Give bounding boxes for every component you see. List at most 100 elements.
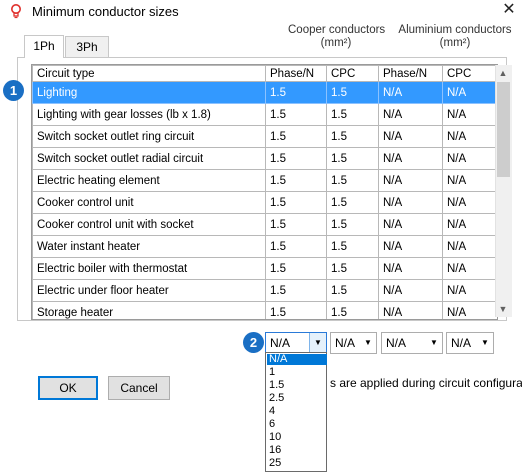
cell-copper-phase[interactable]: 1.5 [265,213,327,236]
dropdown-option[interactable]: 16 [267,445,327,456]
chevron-down-icon[interactable]: ▼ [426,333,442,353]
close-icon[interactable]: ✕ [500,1,518,19]
cell-copper-cpc[interactable]: 1.5 [326,191,379,214]
window-title: Minimum conductor sizes [32,4,179,19]
cell-aluminium-cpc[interactable]: N/A [442,191,497,214]
chevron-down-icon[interactable]: ▼ [309,333,326,353]
cell-copper-cpc[interactable]: 1.5 [326,235,379,258]
aluminium-phase-size-select[interactable]: N/A ▼ [381,332,443,354]
cell-circuit-type[interactable]: Cooker control unit with socket [32,213,266,236]
cell-circuit-type[interactable]: Electric heating element [32,169,266,192]
dropdown-option[interactable]: 25 [267,458,327,469]
copper-phase-size-select[interactable]: N/A ▼ [265,332,327,354]
cell-circuit-type[interactable]: Water instant heater [32,235,266,258]
cell-copper-cpc[interactable]: 1.5 [326,279,379,302]
cell-aluminium-cpc[interactable]: N/A [442,125,497,148]
dropdown-option[interactable]: 1 [267,367,327,378]
cell-copper-cpc[interactable]: 1.5 [326,257,379,280]
cell-copper-phase[interactable]: 1.5 [265,169,327,192]
callout-badge-2: 2 [243,332,264,353]
scrollbar-thumb[interactable] [497,82,510,177]
table-row[interactable]: Lighting with gear losses (lb x 1.8) 1.5 1… [32,103,497,126]
cell-circuit-type[interactable]: Lighting [32,81,266,104]
cell-aluminium-cpc[interactable]: N/A [442,147,497,170]
cell-copper-cpc[interactable]: 1.5 [326,103,379,126]
cell-copper-phase[interactable]: 1.5 [265,301,327,319]
cell-copper-cpc[interactable]: 1.5 [326,213,379,236]
scroll-down-arrow-icon[interactable]: ▼ [495,301,511,317]
cell-circuit-type[interactable]: Electric boiler with thermostat [32,257,266,280]
chevron-down-icon[interactable]: ▼ [477,333,493,353]
cell-aluminium-cpc[interactable]: N/A [442,169,497,192]
table-row[interactable]: Switch socket outlet radial circuit 1.5 1.… [32,147,497,170]
cell-copper-phase[interactable]: 1.5 [265,103,327,126]
cell-aluminium-cpc[interactable]: N/A [442,103,497,126]
cell-copper-phase[interactable]: 1.5 [265,235,327,258]
cell-aluminium-phase[interactable]: N/A [378,191,443,214]
cell-circuit-type[interactable]: Switch socket outlet ring circuit [32,125,266,148]
cell-aluminium-phase[interactable]: N/A [378,213,443,236]
cell-copper-cpc[interactable]: 1.5 [326,169,379,192]
cell-aluminium-phase[interactable]: N/A [378,125,443,148]
dropdown-option[interactable]: 10 [267,432,327,443]
tab-1ph[interactable]: 1Ph [24,35,64,58]
cell-copper-cpc[interactable]: 1.5 [326,147,379,170]
table-row[interactable]: Storage heater 1.5 1.5 N/A N/A [32,301,497,319]
col-header-copper-phase[interactable]: Phase/N [265,65,327,82]
col-header-copper-cpc[interactable]: CPC [326,65,379,82]
cell-circuit-type[interactable]: Storage heater [32,301,266,319]
cell-circuit-type[interactable]: Electric under floor heater [32,279,266,302]
table-row[interactable]: Lighting 1.5 1.5 N/A N/A [32,81,497,104]
table-row[interactable]: Cooker control unit with socket 1.5 1.5 N/A… [32,213,497,236]
dropdown-option[interactable]: 6 [267,419,327,430]
size-dropdown-list[interactable]: N/A 1 1.5 2.5 4 6 10 16 25 [265,352,327,472]
cell-aluminium-cpc[interactable]: N/A [442,235,497,258]
cell-aluminium-phase[interactable]: N/A [378,235,443,258]
cell-aluminium-cpc[interactable]: N/A [442,213,497,236]
cell-copper-cpc[interactable]: 1.5 [326,81,379,104]
col-header-aluminium-cpc[interactable]: CPC [442,65,497,82]
dropdown-option[interactable]: 1.5 [267,380,327,391]
cell-aluminium-phase[interactable]: N/A [378,147,443,170]
copper-cpc-size-select[interactable]: N/A ▼ [330,332,377,354]
cell-copper-phase[interactable]: 1.5 [265,147,327,170]
cell-aluminium-phase[interactable]: N/A [378,169,443,192]
cell-aluminium-cpc[interactable]: N/A [442,279,497,302]
cell-copper-cpc[interactable]: 1.5 [326,125,379,148]
table-row[interactable]: Cooker control unit 1.5 1.5 N/A N/A [32,191,497,214]
cell-aluminium-phase[interactable]: N/A [378,301,443,319]
cell-aluminium-cpc[interactable]: N/A [442,257,497,280]
table-row[interactable]: Electric boiler with thermostat 1.5 1.5 N/A… [32,257,497,280]
cell-circuit-type[interactable]: Lighting with gear losses (lb x 1.8) [32,103,266,126]
table-row[interactable]: Switch socket outlet ring circuit 1.5 1.5 N… [32,125,497,148]
cell-aluminium-cpc[interactable]: N/A [442,301,497,319]
cell-copper-phase[interactable]: 1.5 [265,191,327,214]
cell-circuit-type[interactable]: Cooker control unit [32,191,266,214]
aluminium-group-unit: (mm²) [439,37,471,49]
cell-aluminium-phase[interactable]: N/A [378,257,443,280]
cell-copper-phase[interactable]: 1.5 [265,257,327,280]
cell-copper-cpc[interactable]: 1.5 [326,301,379,319]
tab-3ph[interactable]: 3Ph [65,36,109,58]
aluminium-cpc-size-select[interactable]: N/A ▼ [446,332,494,354]
col-header-circuit-type[interactable]: Circuit type [32,65,266,82]
table-row[interactable]: Water instant heater 1.5 1.5 N/A N/A [32,235,497,258]
cell-aluminium-phase[interactable]: N/A [378,81,443,104]
scroll-up-arrow-icon[interactable]: ▲ [495,65,511,81]
col-header-aluminium-phase[interactable]: Phase/N [378,65,443,82]
dropdown-option[interactable]: 2.5 [267,393,327,404]
cell-circuit-type[interactable]: Switch socket outlet radial circuit [32,147,266,170]
cell-copper-phase[interactable]: 1.5 [265,279,327,302]
cell-aluminium-cpc[interactable]: N/A [442,81,497,104]
chevron-down-icon[interactable]: ▼ [360,333,376,353]
table-row[interactable]: Electric under floor heater 1.5 1.5 N/A N/A [32,279,497,302]
cell-aluminium-phase[interactable]: N/A [378,103,443,126]
cell-copper-phase[interactable]: 1.5 [265,125,327,148]
cancel-button[interactable]: Cancel [108,376,170,400]
ok-button[interactable]: OK [38,376,98,400]
cell-aluminium-phase[interactable]: N/A [378,279,443,302]
dropdown-option[interactable]: N/A [267,354,327,365]
dropdown-option[interactable]: 4 [267,406,327,417]
cell-copper-phase[interactable]: 1.5 [265,81,327,104]
table-row[interactable]: Electric heating element 1.5 1.5 N/A N/A [32,169,497,192]
